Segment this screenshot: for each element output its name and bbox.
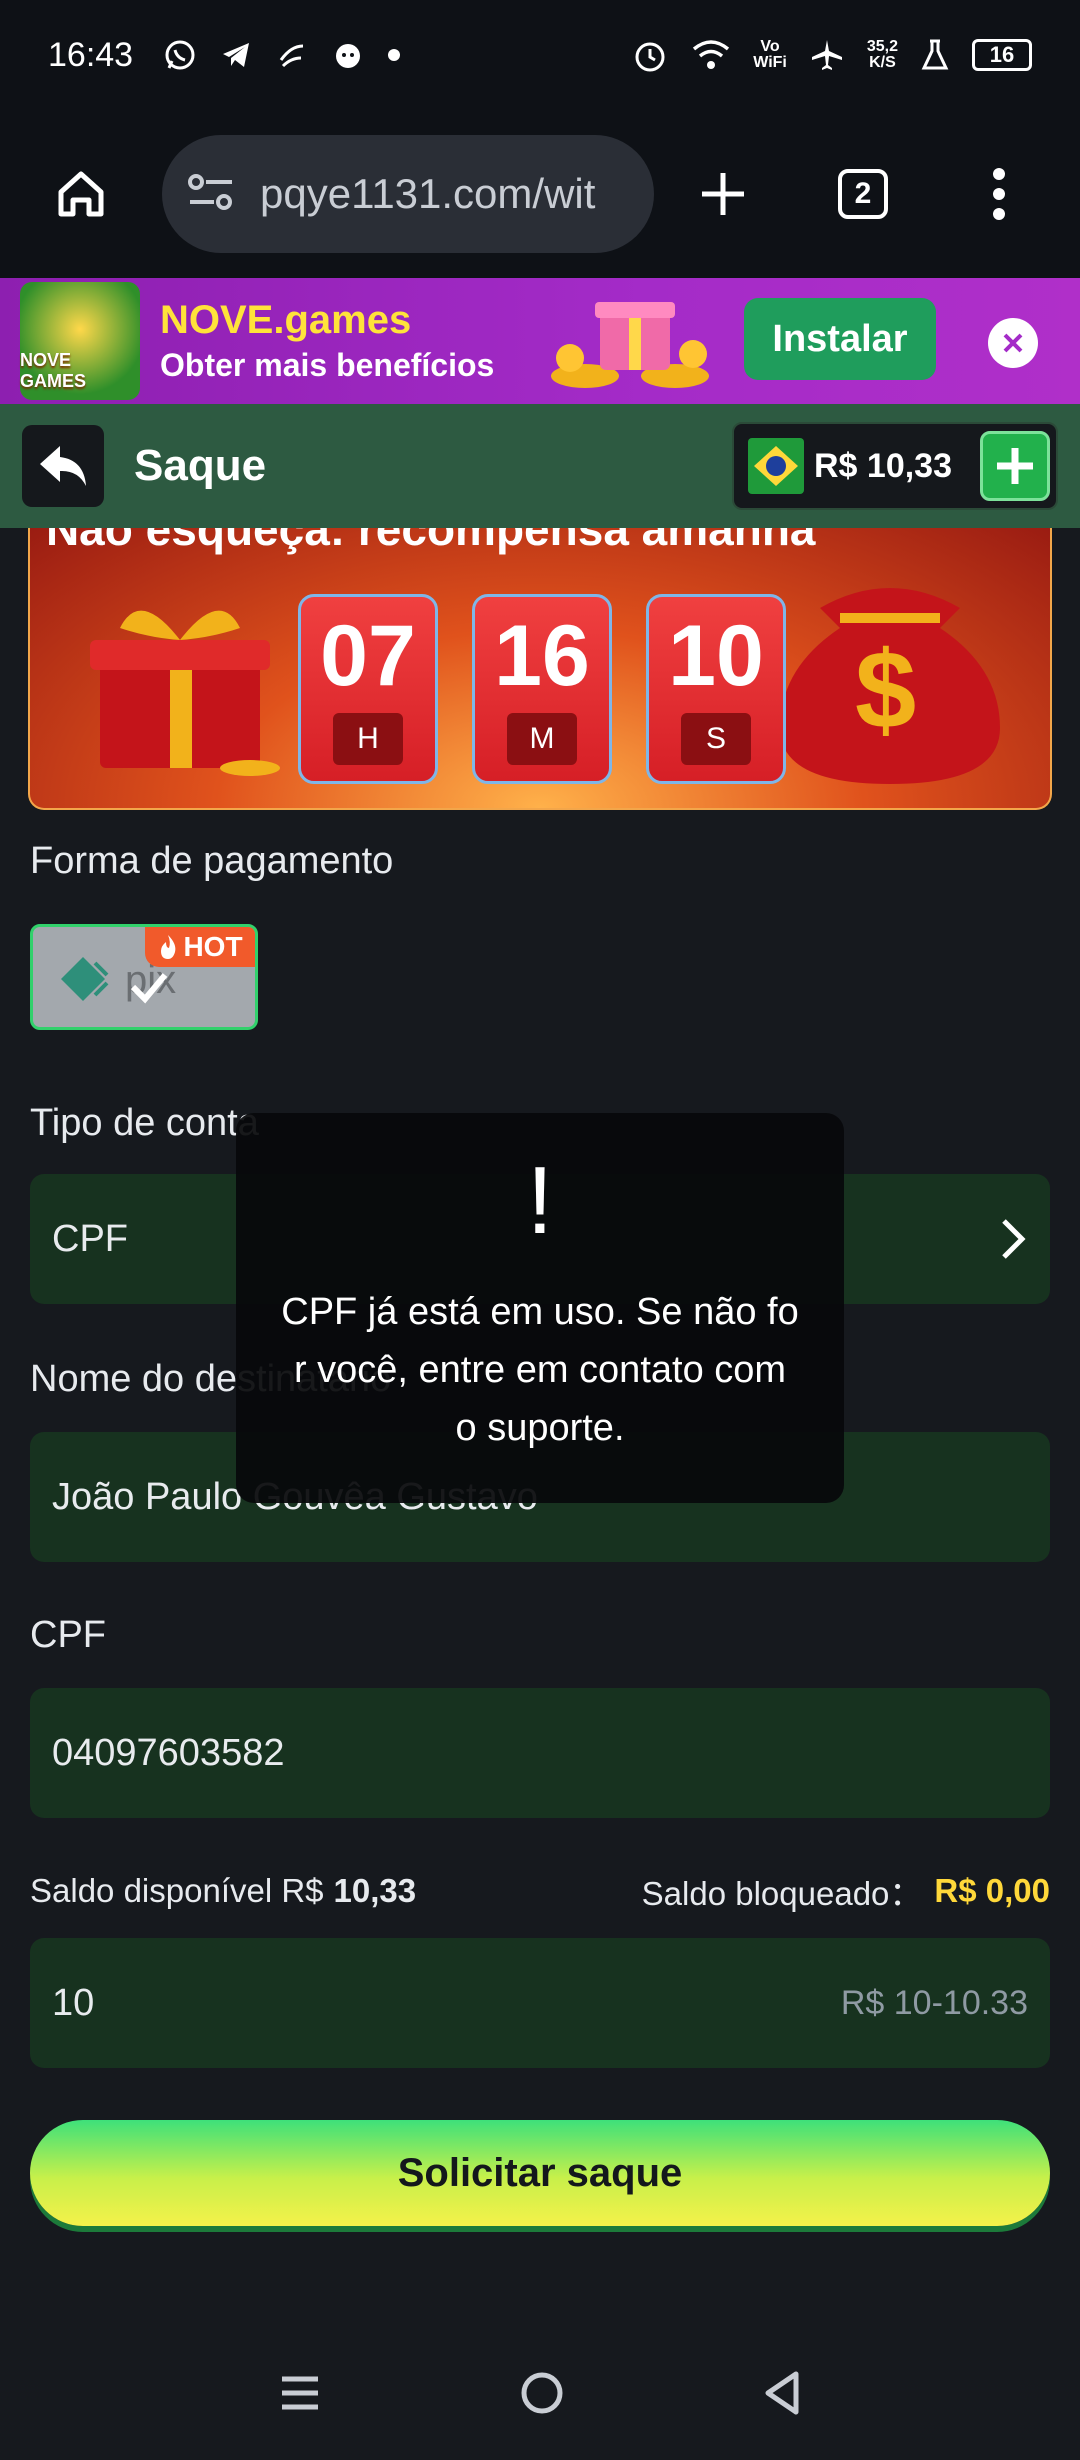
home-nav-icon[interactable]	[519, 2370, 565, 2421]
home-icon[interactable]	[36, 149, 126, 239]
site-settings-icon[interactable]	[186, 172, 236, 217]
blocked-balance-label: Saldo bloqueado：	[641, 1875, 923, 1912]
new-tab-icon[interactable]	[678, 149, 768, 239]
more-menu-icon[interactable]	[954, 149, 1044, 239]
game-notification-icon	[331, 38, 365, 72]
whatsapp-icon	[163, 38, 197, 72]
timer-seconds: 10 S	[646, 594, 786, 784]
battery-indicator: 16	[972, 39, 1032, 71]
alarm-icon	[631, 36, 669, 74]
vowifi-indicator: Vo WiFi	[753, 38, 787, 71]
address-bar[interactable]: pqye1131.com/wit	[162, 135, 654, 253]
timer-hours: 07 H	[298, 594, 438, 784]
install-button[interactable]: Instalar	[744, 298, 936, 380]
promo-banner[interactable]: Não esqueça: recompensa amanhã $ 07 H 16…	[28, 528, 1052, 810]
available-balance-label: Saldo disponível R$	[30, 1872, 324, 1909]
system-nav-bar	[0, 2330, 1080, 2460]
back-nav-icon[interactable]	[762, 2370, 802, 2421]
status-time: 16:43	[48, 35, 134, 74]
svg-text:$: $	[855, 629, 916, 752]
tab-switcher-button[interactable]: 2	[818, 149, 908, 239]
install-banner: NOVE GAMES NOVE.games Obter mais benefíc…	[0, 278, 1080, 404]
gift-coins-decoration	[551, 302, 709, 388]
brazil-flag-icon	[748, 438, 804, 494]
balances-row: Saldo disponível R$ 10,33 Saldo bloquead…	[30, 1866, 1050, 1916]
pix-payment-option[interactable]: pix HOT	[30, 924, 258, 1030]
toast-message: CPF já está em uso. Se não for você, ent…	[281, 1291, 799, 1449]
timer-minutes: 16 M	[472, 594, 612, 784]
back-arrow-icon	[40, 446, 86, 486]
lab-flask-icon	[920, 38, 950, 72]
promo-text: Não esqueça: recompensa amanhã	[46, 528, 816, 555]
close-banner-icon[interactable]	[986, 316, 1040, 375]
balance-value: R$ 10,33	[814, 446, 952, 485]
banner-subtitle: Obter mais benefícios	[160, 347, 495, 383]
cpf-field[interactable]: 04097603582	[30, 1688, 1050, 1818]
browser-toolbar: pqye1131.com/wit 2	[0, 110, 1080, 278]
back-button[interactable]	[22, 425, 104, 507]
hot-badge: HOT	[145, 927, 255, 967]
wifi-icon	[691, 38, 731, 72]
exclamation-icon: !	[526, 1147, 554, 1254]
balance-box: R$ 10,33	[732, 422, 1058, 510]
app-notification-icon	[275, 38, 309, 72]
network-speed: 35,2 K/S	[866, 38, 898, 71]
gift-box-image	[90, 610, 280, 776]
available-balance-value: 10,33	[333, 1872, 417, 1909]
request-withdrawal-button[interactable]: Solicitar saque	[30, 2120, 1050, 2226]
error-toast: ! CPF já está em uso. Se não for você, e…	[236, 1113, 844, 1503]
status-bar: 16:43 Vo WiFi 35,2 K/S 16	[0, 0, 1080, 110]
cpf-value: 04097603582	[52, 1731, 285, 1774]
telegram-icon	[219, 38, 253, 72]
chevron-right-icon	[1002, 1219, 1026, 1259]
url-text: pqye1131.com/wit	[260, 170, 596, 217]
plus-icon	[997, 448, 1033, 484]
deposit-plus-button[interactable]	[980, 431, 1050, 501]
app-logo: NOVE GAMES	[20, 282, 140, 400]
withdraw-amount-field[interactable]: 10 R$ 10-10.33	[30, 1938, 1050, 2068]
dot-icon	[387, 48, 401, 62]
blocked-balance-value: R$ 0,00	[934, 1872, 1050, 1909]
money-bag-image: $	[780, 588, 1000, 784]
account-type-label: Tipo de conta	[30, 1102, 259, 1144]
tab-count: 2	[838, 169, 888, 219]
page-title: Saque	[134, 441, 267, 490]
fire-icon	[161, 935, 176, 959]
cpf-label: CPF	[30, 1614, 106, 1656]
recent-apps-icon[interactable]	[278, 2371, 322, 2420]
airplane-icon	[809, 37, 845, 73]
page-header: Saque R$ 10,33	[0, 404, 1080, 528]
banner-title: NOVE.games	[160, 298, 412, 342]
amount-range-hint: R$ 10-10.33	[840, 1983, 1028, 2022]
withdraw-amount-value: 10	[52, 1981, 95, 2024]
account-type-value: CPF	[52, 1217, 128, 1260]
payment-method-label: Forma de pagamento	[30, 840, 394, 882]
